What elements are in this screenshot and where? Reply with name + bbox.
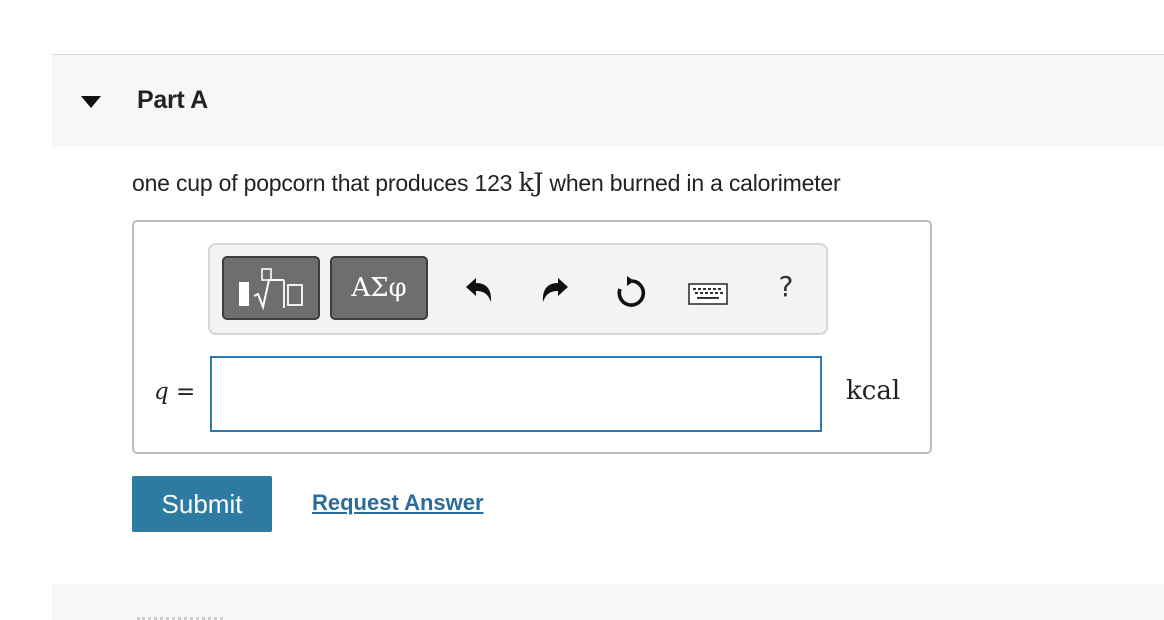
part-title: Part A bbox=[137, 86, 208, 114]
template-button[interactable] bbox=[222, 256, 320, 320]
answer-input[interactable] bbox=[210, 356, 822, 432]
question-text-before: one cup of popcorn that produces 123 bbox=[132, 170, 519, 196]
reset-icon[interactable] bbox=[614, 275, 648, 309]
part-header[interactable] bbox=[52, 55, 1164, 147]
request-answer-link[interactable]: Request Answer bbox=[312, 490, 484, 516]
answer-variable: q bbox=[154, 379, 169, 405]
question-text-after: when burned in a calorimeter bbox=[543, 170, 841, 196]
keyboard-icon[interactable] bbox=[688, 283, 728, 307]
undo-icon[interactable] bbox=[462, 274, 496, 306]
collapse-caret-icon[interactable] bbox=[81, 96, 101, 108]
redo-icon[interactable] bbox=[538, 274, 572, 306]
question-text: one cup of popcorn that produces 123 kJ … bbox=[132, 168, 841, 197]
answer-unit: kcal bbox=[846, 376, 901, 406]
answer-equals: = bbox=[168, 379, 196, 405]
template-icon bbox=[239, 268, 303, 311]
next-part-title-cutoff bbox=[137, 612, 227, 620]
submit-button[interactable]: Submit bbox=[132, 476, 272, 532]
greek-symbols-button[interactable]: ΑΣφ bbox=[330, 256, 428, 320]
help-button[interactable]: ? bbox=[772, 270, 800, 310]
greek-symbols-label: ΑΣφ bbox=[351, 273, 407, 303]
answer-variable-label: q = bbox=[154, 379, 195, 405]
question-unit: kJ bbox=[518, 168, 544, 197]
